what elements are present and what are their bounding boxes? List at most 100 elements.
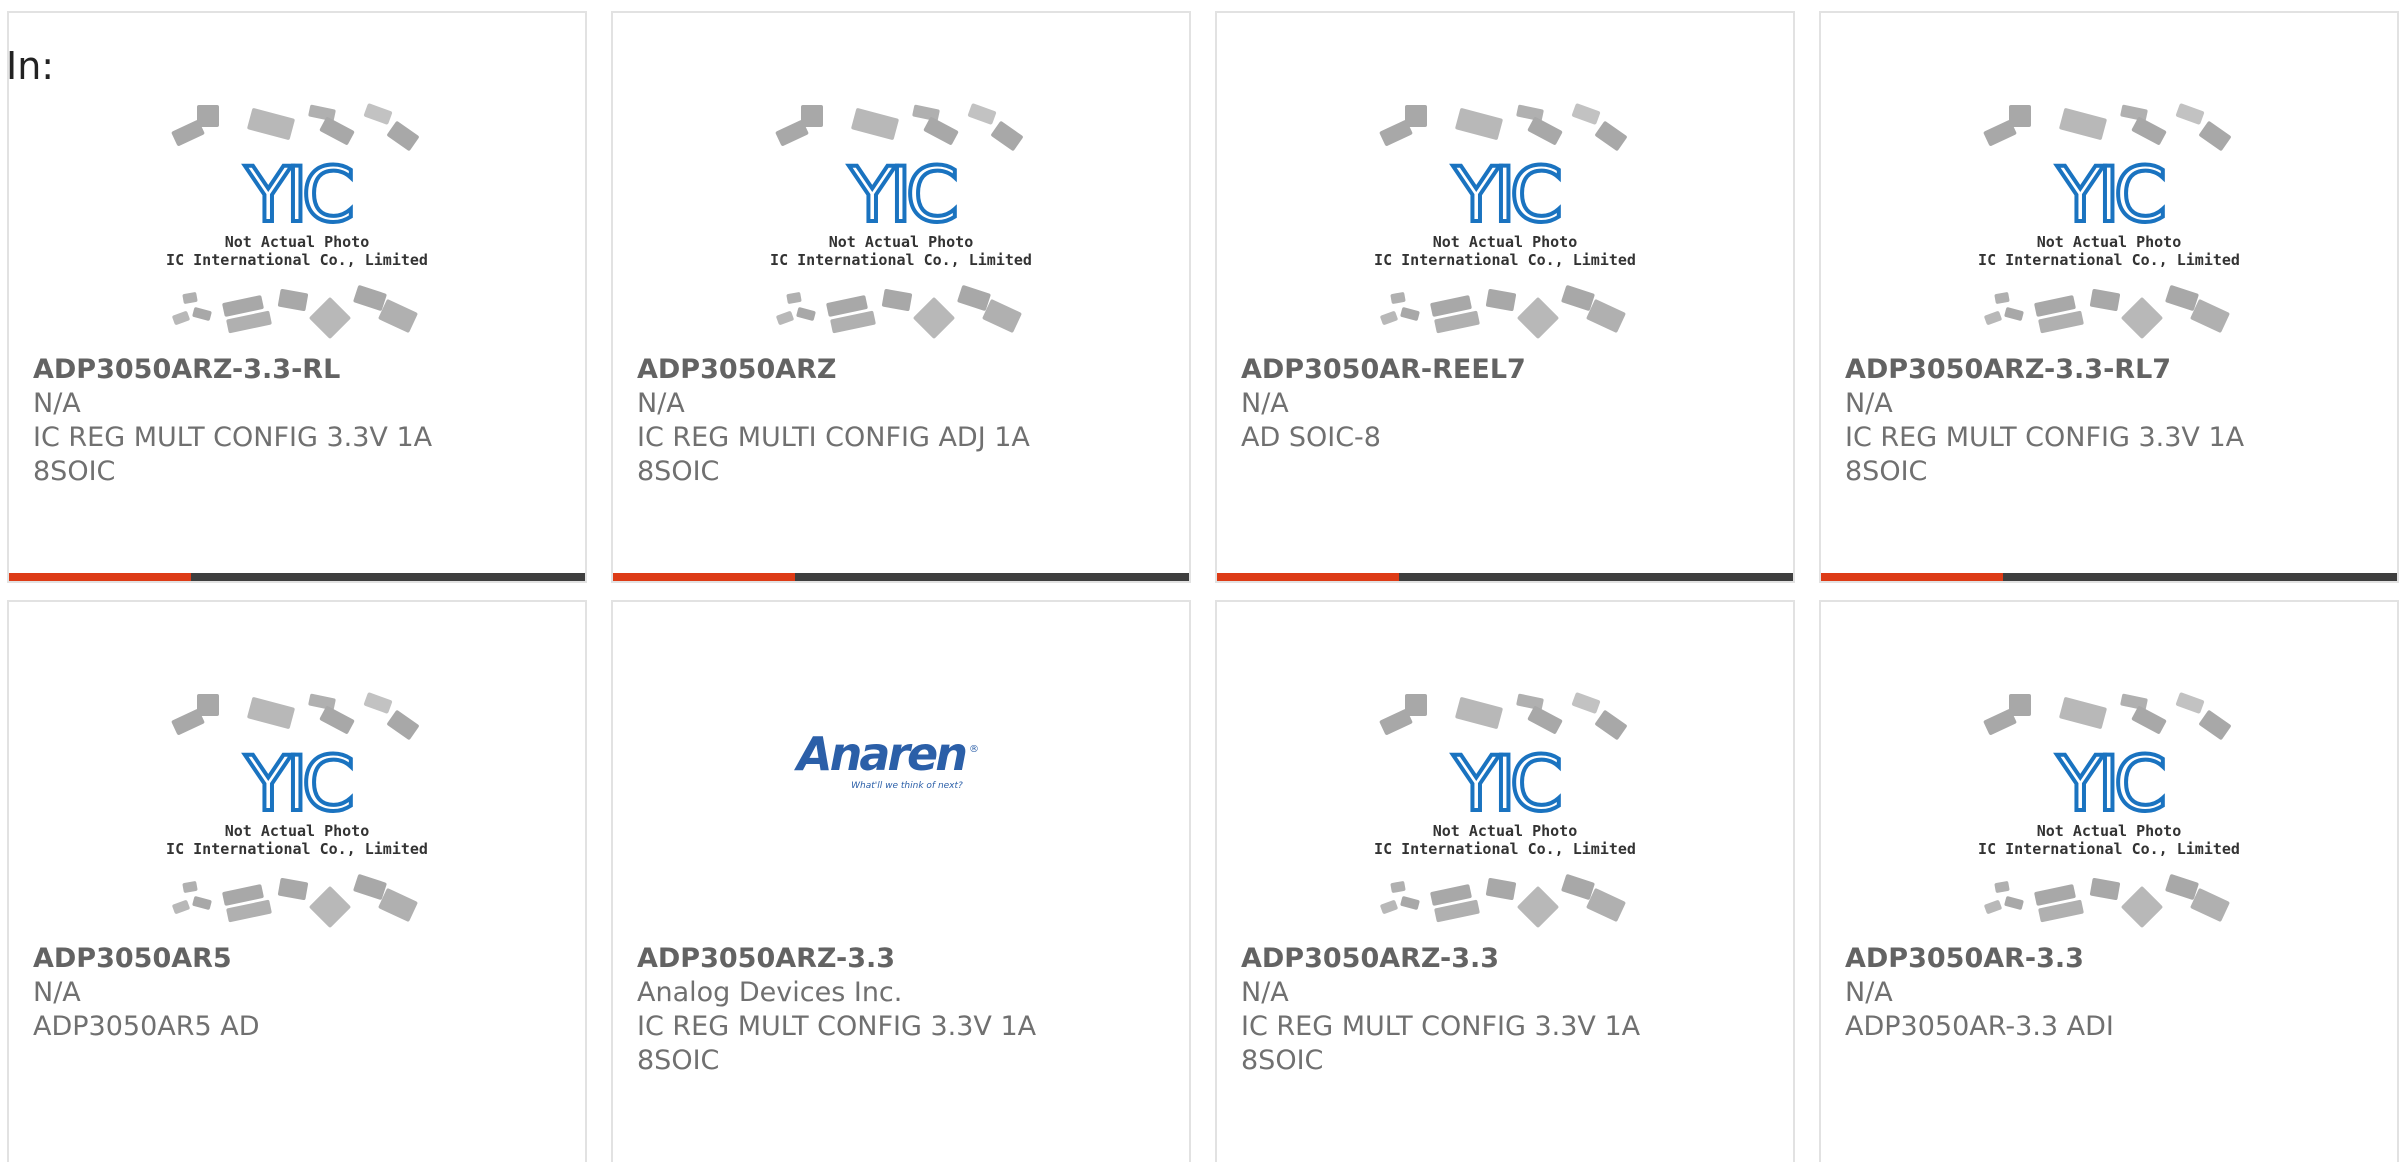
product-card[interactable]: YIC Not Actual Photo YIC International Co.…	[1215, 600, 1795, 1162]
chip-shape	[2120, 693, 2148, 711]
product-image[interactable]: YIC Not Actual Photo YIC International Co.…	[1217, 13, 1793, 353]
chip-shape	[247, 108, 295, 140]
chip-shape	[2009, 105, 2031, 127]
chip-shape	[308, 104, 336, 122]
chip-shape	[1405, 694, 1427, 716]
chip-shape	[967, 103, 997, 125]
registered-mark: ®	[969, 744, 979, 755]
chip-shape	[1380, 311, 1398, 325]
product-card[interactable]: YIC Not Actual Photo YIC International Co.…	[1215, 11, 1795, 583]
yic-logo: YIC	[2056, 739, 2163, 828]
card-bar	[1821, 573, 2397, 581]
chip-shape	[2190, 888, 2230, 922]
anaren-wordmark: Anaren	[794, 727, 966, 781]
chip-shape	[309, 886, 351, 928]
company-name-text: YIC International Co., Limited.	[167, 840, 427, 858]
chip-shape	[2004, 896, 2024, 910]
chip-shape	[171, 709, 205, 735]
yic-logo: YIC	[1452, 739, 1559, 828]
chip-shape	[309, 297, 351, 339]
part-number[interactable]: ADP3050ARZ-3.3	[637, 942, 1169, 976]
manufacturer: N/A	[1241, 977, 1289, 1008]
chip-shape	[2059, 697, 2107, 729]
chip-shape	[912, 104, 940, 122]
chip-shape	[387, 121, 419, 151]
part-number[interactable]: ADP3050ARZ-3.3-RL	[33, 353, 565, 387]
part-number[interactable]: ADP3050ARZ-3.3-RL7	[1845, 353, 2377, 387]
product-image[interactable]: YIC Not Actual Photo YIC International Co.…	[1217, 602, 1793, 942]
chip-shape	[2089, 878, 2121, 900]
chip-shape	[2175, 103, 2205, 125]
chip-shape	[277, 289, 309, 311]
part-number[interactable]: ADP3050ARZ-3.3	[1241, 942, 1773, 976]
in-label: In:	[6, 44, 55, 88]
yic-placeholder-icon: YICNot Actual PhotoYIC International Co.…	[1979, 692, 2239, 928]
chip-shape	[1516, 104, 1544, 122]
chip-shape	[1485, 289, 1517, 311]
product-image[interactable]: YIC Not Actual Photo YIC International Co.…	[1821, 602, 2397, 942]
chip-shape	[247, 697, 295, 729]
yic-logo: YIC	[1452, 150, 1559, 239]
chip-shape	[1527, 117, 1563, 145]
chip-shape	[2059, 108, 2107, 140]
chip-shape	[1586, 888, 1626, 922]
chip-shape	[387, 710, 419, 740]
product-card[interactable]: YIC Not Actual Photo YIC International Co.…	[611, 11, 1191, 583]
chip-shape	[1561, 285, 1595, 311]
chip-shape	[881, 289, 913, 311]
part-number[interactable]: ADP3050AR-REEL7	[1241, 353, 1773, 387]
chip-shape	[2131, 706, 2167, 734]
chip-shape	[913, 297, 955, 339]
chip-shape	[363, 103, 393, 125]
chip-shape	[197, 694, 219, 716]
chip-shape	[192, 896, 212, 910]
product-card[interactable]: Anaren ® What'll we think of next? ADP3050…	[611, 600, 1191, 1162]
chip-shape	[1516, 693, 1544, 711]
description: ADP3050AR-3.3 ADI	[1845, 1011, 2114, 1042]
anaren-logo-icon: Anaren ® What'll we think of next?	[794, 727, 979, 791]
chip-shape	[308, 693, 336, 711]
card-bar-accent	[613, 573, 795, 581]
chip-shape	[2121, 886, 2163, 928]
product-image[interactable]: YIC Not Actual Photo YIC International Co.…	[1821, 13, 2397, 353]
company-name-text: YIC International Co., Limited.	[771, 251, 1031, 269]
product-card[interactable]: YIC Not Actual Photo YIC International Co.…	[7, 600, 587, 1162]
chip-shape	[319, 706, 355, 734]
not-actual-photo-text: Not Actual Photo	[2037, 233, 2182, 251]
chip-shape	[801, 105, 823, 127]
chip-shape	[2131, 117, 2167, 145]
chip-shape	[1561, 874, 1595, 900]
chip-shape	[182, 292, 198, 304]
yic-placeholder-icon: YICNot Actual PhotoYIC International Co.…	[771, 103, 1031, 339]
chip-shape	[1983, 709, 2017, 735]
product-card[interactable]: YIC Not Actual Photo YIC International Co.…	[7, 11, 587, 583]
product-image[interactable]: Anaren ® What'll we think of next?	[613, 602, 1189, 942]
chip-shape	[775, 120, 809, 146]
chip-shape	[1595, 121, 1627, 151]
company-name-text: YIC International Co., Limited.	[1979, 251, 2239, 269]
company-name-text: YIC International Co., Limited.	[167, 251, 427, 269]
part-number[interactable]: ADP3050AR-3.3	[1845, 942, 2377, 976]
product-image[interactable]: YIC Not Actual Photo YIC International Co.…	[9, 602, 585, 942]
yic-placeholder-icon: YICNot Actual PhotoYIC International Co.…	[1375, 103, 1635, 339]
manufacturer: Analog Devices Inc.	[637, 977, 903, 1008]
part-number[interactable]: ADP3050ARZ	[637, 353, 1169, 387]
not-actual-photo-text: Not Actual Photo	[1433, 233, 1578, 251]
chip-shape	[1390, 292, 1406, 304]
yic-placeholder-icon: YICNot Actual PhotoYIC International Co.…	[167, 103, 427, 339]
product-image[interactable]: YIC Not Actual Photo YIC International Co.…	[613, 13, 1189, 353]
not-actual-photo-text: Not Actual Photo	[2037, 822, 2182, 840]
chip-shape	[172, 900, 190, 914]
chip-shape	[1455, 697, 1503, 729]
yic-placeholder-icon: YICNot Actual PhotoYIC International Co.…	[1375, 692, 1635, 928]
product-card[interactable]: YIC Not Actual Photo YIC International Co.…	[1819, 600, 2399, 1162]
product-card[interactable]: YIC Not Actual Photo YIC International Co.…	[1819, 11, 2399, 583]
chip-shape	[923, 117, 959, 145]
chip-shape	[1517, 297, 1559, 339]
part-number[interactable]: ADP3050AR5	[33, 942, 565, 976]
yic-logo: YIC	[2056, 150, 2163, 239]
chip-shape	[786, 292, 802, 304]
product-image[interactable]: YIC Not Actual Photo YIC International Co.…	[9, 13, 585, 353]
chip-shape	[192, 307, 212, 321]
manufacturer: N/A	[1845, 388, 1893, 419]
